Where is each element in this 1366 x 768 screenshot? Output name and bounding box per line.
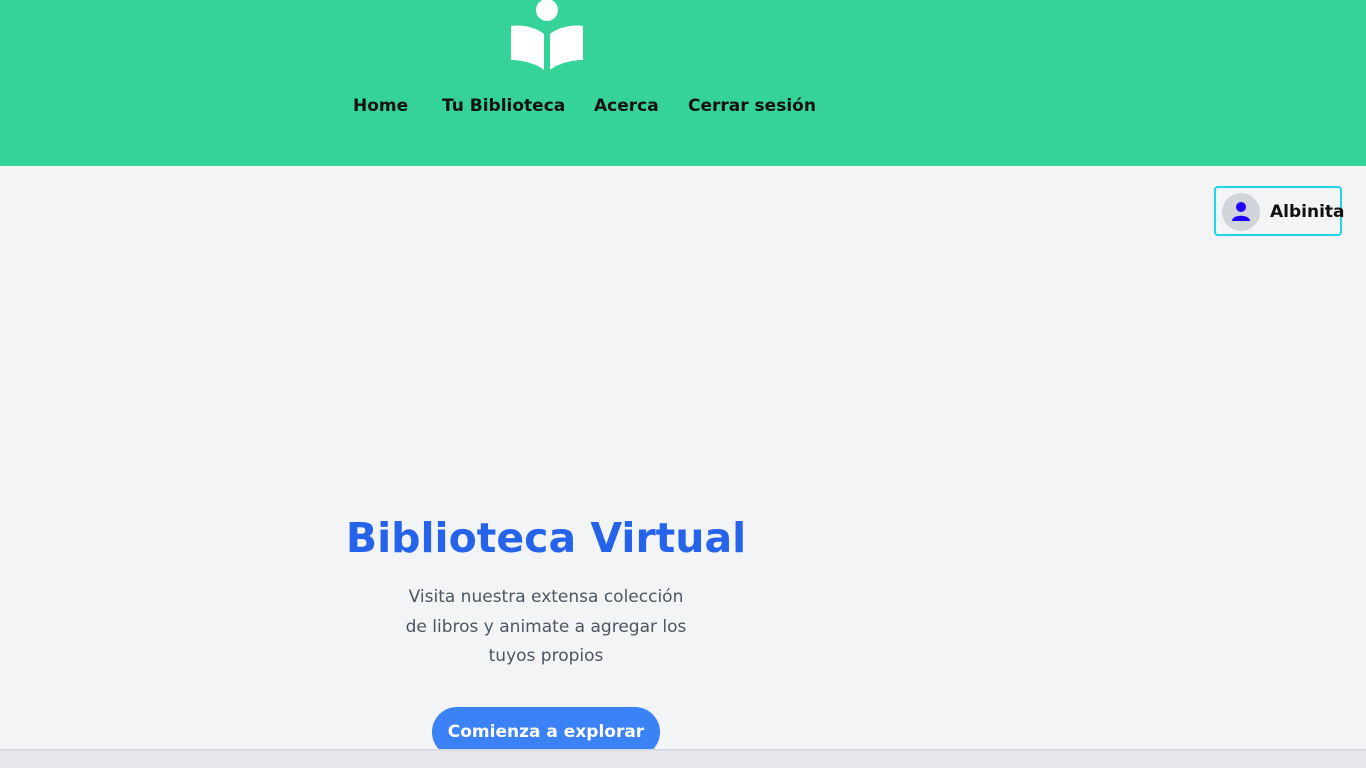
bottom-strip bbox=[0, 751, 1366, 768]
avatar bbox=[1222, 193, 1260, 231]
hero-description-line: tuyos propios bbox=[488, 646, 604, 666]
hero-description-line: de libros y animate a agregar los bbox=[405, 616, 687, 637]
nav-home[interactable]: Home bbox=[353, 96, 408, 116]
user-menu-button[interactable]: Albinita bbox=[1214, 186, 1345, 236]
book-reader-icon[interactable] bbox=[509, 0, 585, 72]
site-header: Home Tu Biblioteca Acerca Cerrar sesión bbox=[0, 0, 1366, 166]
nav-cerrar-sesion[interactable]: Cerrar sesión bbox=[688, 96, 816, 116]
hero-description: Visita nuestra extensa colección de libr… bbox=[396, 583, 696, 672]
user-icon bbox=[1232, 202, 1250, 221]
hero-description-line: Visita nuestra extensa colección bbox=[408, 587, 684, 607]
nav-acerca[interactable]: Acerca bbox=[594, 96, 659, 116]
hero-title: Biblioteca Virtual bbox=[345, 514, 747, 562]
user-name: Albinita bbox=[1270, 202, 1345, 222]
nav-tu-biblioteca[interactable]: Tu Biblioteca bbox=[442, 96, 565, 116]
